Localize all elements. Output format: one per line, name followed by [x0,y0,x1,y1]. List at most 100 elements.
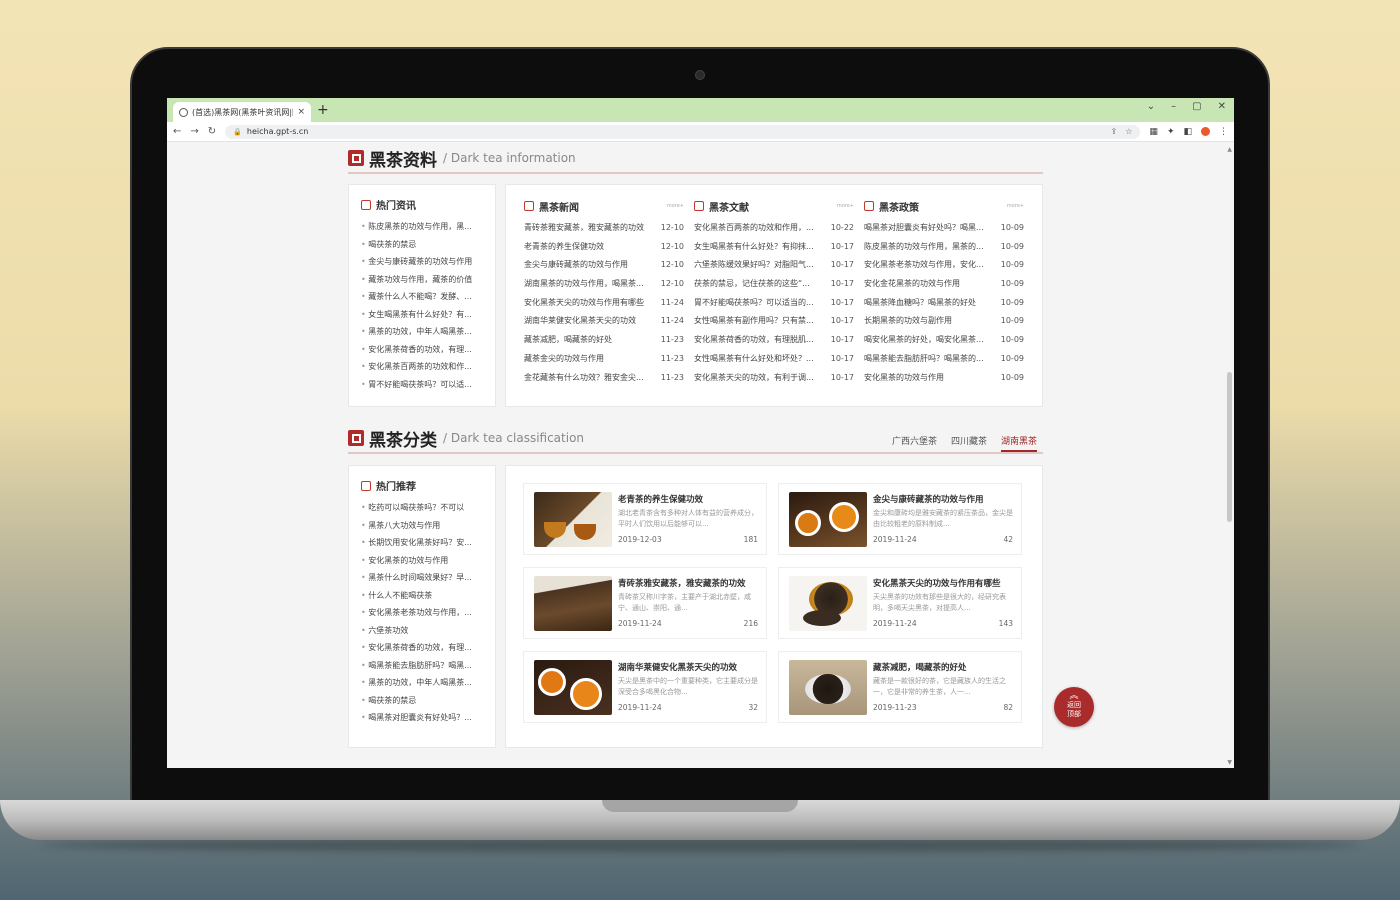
card-info: 藏茶减肥，喝藏茶的好处 藏茶是一款很好的茶，它是藏族人的生活之一，它是非常的养生… [873,661,1013,712]
list-item[interactable]: 什么人不能喝茯茶 [361,587,483,605]
list-item[interactable]: 藏茶什么人不能喝？发酵、... [361,288,483,306]
share-icon[interactable]: ⇪ [1111,127,1118,136]
list-item[interactable]: 安化黑茶老茶功效与作用，... [361,604,483,622]
sidepanel-icon[interactable]: ◧ [1183,127,1192,137]
list-item[interactable]: 六堡茶功效 [361,622,483,640]
news-row[interactable]: 喝黑茶能去脂肪肝吗？喝黑茶的... 10-09 [864,350,1024,369]
news-row[interactable]: 安化黑茶的功效与作用 10-09 [864,369,1024,388]
news-row[interactable]: 女生喝黑茶有什么好处？有抑抹... 10-17 [694,238,854,257]
card-date: 2019-11-24 [873,619,917,628]
article-card[interactable]: 老青茶的养生保健功效 湖北老青茶含有多种对人体有益的营养成分，平时人们饮用以后能… [523,483,767,555]
news-row[interactable]: 安化黑茶天尖的功效与作用有哪些 11-24 [524,294,684,313]
news-row[interactable]: 六堡茶陈缓效果好吗？对脂阳气... 10-17 [694,256,854,275]
list-item[interactable]: 黑茶的功效，中年人喝黑茶... [361,674,483,692]
news-title: 老青茶的养生保健功效 [524,241,604,251]
bookmark-star-icon[interactable]: ☆ [1125,127,1132,136]
list-item[interactable]: 胃不好能喝茯茶吗？可以适... [361,376,483,394]
news-row[interactable]: 女性喝黑茶有副作用吗？只有禁... 10-17 [694,312,854,331]
tab-guangxi-liubao[interactable]: 广西六堡茶 [892,434,937,452]
list-item[interactable]: 女生喝黑茶有什么好处？有... [361,306,483,324]
news-row[interactable]: 藏茶减肥，喝藏茶的好处 11-23 [524,331,684,350]
puzzle-icon[interactable]: ✦ [1167,127,1175,137]
card-info: 老青茶的养生保健功效 湖北老青茶含有多种对人体有益的营养成分，平时人们饮用以后能… [618,493,758,544]
tab-search-icon[interactable]: ⌄ [1147,101,1155,112]
card-views: 216 [744,619,758,628]
news-row[interactable]: 女性喝黑茶有什么好处和坏处？... 10-17 [694,350,854,369]
card-date: 2019-11-24 [618,703,662,712]
news-row[interactable]: 陈皮黑茶的功效与作用，黑茶的... 10-09 [864,238,1024,257]
card-date: 2019-11-24 [618,619,662,628]
back-icon[interactable]: ← [173,126,181,137]
news-row[interactable]: 老青茶的养生保健功效 12-10 [524,238,684,257]
list-item[interactable]: 安化黑茶的功效与作用 [361,552,483,570]
document-icon [348,150,364,166]
news-list: 青砖茶雅安藏茶，雅安藏茶的功效 12-10 老青茶的养生保健功效 12-10 金尖与… [524,219,684,387]
news-row[interactable]: 安化黑茶天尖的功效，有利于调... 10-17 [694,369,854,388]
more-link[interactable]: more+ [1007,203,1024,209]
profile-avatar[interactable] [1201,127,1210,136]
news-row[interactable]: 安化金花黑茶的功效与作用 10-09 [864,275,1024,294]
news-row[interactable]: 茯茶的禁忌，记住茯茶的这些“... 10-17 [694,275,854,294]
scroll-down-arrow-icon[interactable]: ▼ [1227,759,1232,766]
news-row[interactable]: 湖南华莱健安化黑茶天尖的功效 11-24 [524,312,684,331]
more-link[interactable]: more+ [667,203,684,209]
news-row[interactable]: 长期黑茶的功效与副作用 10-09 [864,312,1024,331]
tab-close-icon[interactable]: × [297,107,305,117]
news-date: 11-24 [660,316,684,326]
news-title: 女性喝黑茶有副作用吗？只有禁... [694,316,814,326]
window-controls: ⌄ – ▢ ✕ [1147,101,1226,112]
news-row[interactable]: 湖南黑茶的功效与作用，喝黑茶... 12-10 [524,275,684,294]
tab-hunan-heicha[interactable]: 湖南黑茶 [1000,434,1037,452]
card-meta: 2019-11-24 42 [873,535,1013,544]
news-row[interactable]: 安化黑茶老茶功效与作用，安化... 10-09 [864,256,1024,275]
column-header: 黑茶新闻 more+ [524,199,684,214]
minimize-button[interactable]: – [1171,101,1176,112]
list-item[interactable]: 安化黑茶荷香的功效，有理... [361,341,483,359]
news-row[interactable]: 藏茶金尖的功效与作用 11-23 [524,350,684,369]
list-item[interactable]: 金尖与康砖藏茶的功效与作用 [361,253,483,271]
news-row[interactable]: 胃不好能喝茯茶吗？可以适当的... 10-17 [694,294,854,313]
news-row[interactable]: 金花藏茶有什么功效？雅安金尖... 11-23 [524,369,684,388]
list-item[interactable]: 安化黑茶百两茶的功效和作... [361,358,483,376]
more-link[interactable]: more+ [837,203,854,209]
list-item[interactable]: 长期饮用安化黑茶好吗？安... [361,534,483,552]
menu-dots-icon[interactable]: ⋮ [1219,127,1228,137]
list-item[interactable]: 安化黑茶荷香的功效，有理... [361,639,483,657]
article-card[interactable]: 藏茶减肥，喝藏茶的好处 藏茶是一款很好的茶，它是藏族人的生活之一，它是非常的养生… [778,651,1022,723]
address-bar[interactable]: 🔒 heicha.gpt-s.cn ⇪ ☆ [225,124,1141,139]
article-card[interactable]: 安化黑茶天尖的功效与作用有哪些 天尖黑茶的功效有那些是很大的，经研究表明，多喝天… [778,567,1022,639]
list-item[interactable]: 喝黑茶对胆囊炎有好处吗？... [361,709,483,727]
tab-sichuan-zangcha[interactable]: 四川藏茶 [951,434,987,452]
news-row[interactable]: 安化黑茶百两茶的功效和作用，... 10-22 [694,219,854,238]
maximize-button[interactable]: ▢ [1192,101,1201,112]
new-tab-button[interactable]: + [317,102,329,118]
news-row[interactable]: 喝黑茶对胆囊炎有好处吗？喝黑... 10-09 [864,219,1024,238]
news-title: 安化黑茶老茶功效与作用，安化... [864,260,984,270]
list-item[interactable]: 喝茯茶的禁忌 [361,692,483,710]
list-item[interactable]: 吃药可以喝茯茶吗？不可以 [361,499,483,517]
news-row[interactable]: 喝安化黑茶的好处，喝安化黑茶... 10-09 [864,331,1024,350]
list-item[interactable]: 黑茶八大功效与作用 [361,517,483,535]
browser-tab[interactable]: (首选)黑茶网(黑茶叶资讯网|网站... × [173,102,311,122]
back-to-top-button[interactable]: ︽ 返回 顶部 [1054,687,1094,727]
article-card[interactable]: 青砖茶雅安藏茶，雅安藏茶的功效 青砖茶又称川字茶，主要产于湖北赤壁，咸宁、通山、… [523,567,767,639]
extension-icon[interactable]: ▦ [1149,127,1158,137]
forward-icon[interactable]: → [190,126,198,137]
list-item[interactable]: 喝黑茶能去脂肪肝吗？喝黑... [361,657,483,675]
url-text: heicha.gpt-s.cn [246,127,309,136]
list-item[interactable]: 陈皮黑茶的功效与作用，黑... [361,218,483,236]
page-scrollbar[interactable] [1227,372,1232,522]
article-card[interactable]: 湖南华莱健安化黑茶天尖的功效 天尖是黑茶中的一个重要种类，它主要成分是深受合多喝… [523,651,767,723]
list-item[interactable]: 藏茶功效与作用，藏茶的价值 [361,271,483,289]
news-row[interactable]: 喝黑茶降血糖吗？喝黑茶的好处 10-09 [864,294,1024,313]
news-row[interactable]: 安化黑茶荷香的功效，有理脱肌... 10-17 [694,331,854,350]
news-row[interactable]: 金尖与康砖藏茶的功效与作用 12-10 [524,256,684,275]
news-row[interactable]: 青砖茶雅安藏茶，雅安藏茶的功效 12-10 [524,219,684,238]
article-card[interactable]: 金尖与康砖藏茶的功效与作用 金尖和康砖均是雅安藏茶的紧压茶品，金尖是由比较粗老的… [778,483,1022,555]
scroll-up-arrow-icon[interactable]: ▲ [1227,146,1232,153]
list-item[interactable]: 黑茶什么时间喝效果好？早... [361,569,483,587]
list-item[interactable]: 黑茶的功效，中年人喝黑茶... [361,323,483,341]
list-item[interactable]: 喝茯茶的禁忌 [361,236,483,254]
reload-icon[interactable]: ↻ [208,126,216,137]
close-window-button[interactable]: ✕ [1218,101,1226,112]
